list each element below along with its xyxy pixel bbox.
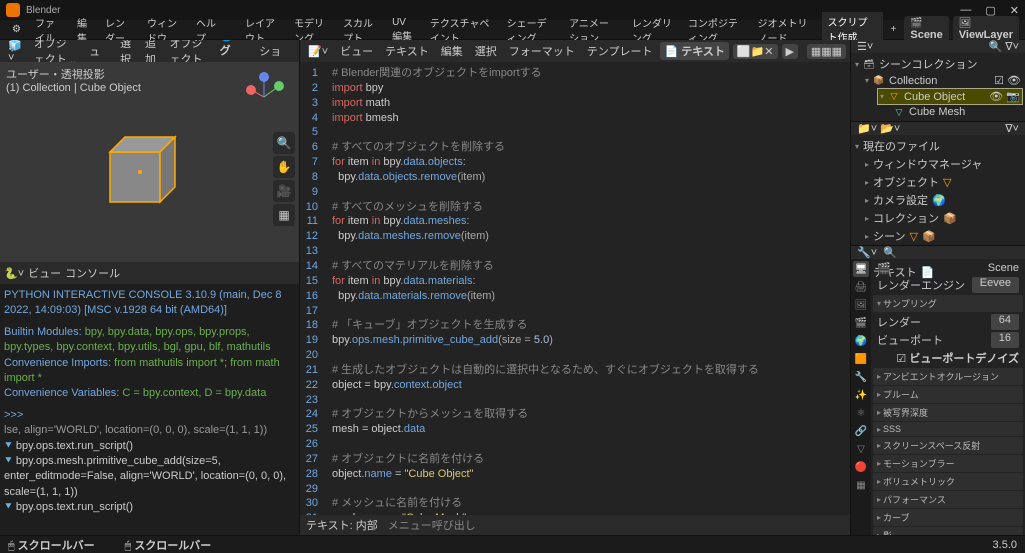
section-item[interactable]: パフォーマンス [873,491,1023,508]
minimize-button[interactable]: — [960,4,971,17]
section-item[interactable]: SSS [873,422,1023,436]
prop-tab-object[interactable]: 🟧 [853,351,869,367]
prop-tab-particle[interactable]: ✨ [853,387,869,403]
prop-tab-modifier[interactable]: 🔧 [853,369,869,385]
console-editor-icon[interactable]: 🐍˅ [4,267,24,280]
viewport-editor-icon[interactable]: 🧊˅ [4,40,26,65]
prop-tab-texture[interactable]: ▦ [853,477,869,493]
vp-object-label: (1) Collection | Cube Object [6,82,141,94]
prop-tab-physics[interactable]: ⚛ [853,405,869,421]
section-item[interactable]: アンビエントオクルージョン [873,368,1023,385]
code-editor[interactable]: 1234567891011121314151617181920212223242… [300,62,850,515]
viewlayer-name[interactable]: 🖼 ViewLayer [953,16,1019,43]
render-samples[interactable]: 64 [991,314,1019,330]
editor-options[interactable]: ▦▦▦ [807,44,846,59]
console-output: lse, align='WORLD', location=(0, 0, 0), … [4,423,295,438]
section-item[interactable]: ボリュメトリック [873,473,1023,490]
new-text-button[interactable]: ⬜📁✕ [733,44,778,59]
run-script-button[interactable]: ▶ [782,44,798,59]
camera-icon[interactable]: 🎥 [273,180,295,202]
ed-menu-view[interactable]: ビュー [336,42,377,60]
filter-icon[interactable]: 🔍 ∇˅ [988,40,1019,53]
prop-tab-view[interactable]: 🖼 [853,297,869,313]
prop-tab-render[interactable]: 🖥 [853,261,869,277]
ed-menu-text[interactable]: テキスト [381,42,433,60]
move-icon[interactable]: ✋ [273,156,295,178]
section-item[interactable]: 影 [873,527,1023,535]
outliner[interactable]: ▾🗃シーンコレクション ▾📦Collection☑ 👁 ▾▽Cube Objec… [851,53,1025,121]
prop-tab-output[interactable]: 🖨 [853,279,869,295]
3d-viewport[interactable]: ユーザー・透視投影 (1) Collection | Cube Object 🔍… [0,62,299,262]
text-status: テキスト: 内部 [306,517,378,533]
blend-file-browser[interactable]: ▾現在のファイル ▸ウィンドウマネージャ ▸オブジェクト ▽ ▸カメラ設定 🌍 … [851,135,1025,245]
section-item[interactable]: 被写界深度 [873,404,1023,421]
footer-scroll1: 🖱 スクロールバー [8,537,95,553]
outliner-icon[interactable]: ☰˅ [857,40,873,53]
section-item[interactable]: モーションブラー [873,455,1023,472]
ed-menu-format[interactable]: フォーマット [505,42,579,60]
console-tab-console[interactable]: コンソール [65,265,120,281]
console-prompt[interactable]: >>> [4,408,295,423]
prop-tab-world[interactable]: 🌍 [853,333,869,349]
section-item[interactable]: スクリーンスペース反射 [873,437,1023,454]
line-gutter: 1234567891011121314151617181920212223242… [300,62,324,515]
nav-gizmo[interactable] [239,72,289,122]
menu-status: メニュー呼び出し [388,517,476,533]
app-menu-icon[interactable]: ⚙ [6,22,27,37]
outliner-item-selected[interactable]: ▾▽Cube Object👁 📷 [877,88,1023,105]
cube-object[interactable] [90,132,190,217]
filter2-icon[interactable]: ∇˅ [1005,122,1019,135]
ed-menu-template[interactable]: テンプレート [583,42,657,60]
version-label: 3.5.0 [993,539,1017,551]
prop-tab-scene[interactable]: 🎬 [853,315,869,331]
tab-add[interactable]: + [885,22,903,37]
close-button[interactable]: ✕ [1010,4,1019,17]
scene-name[interactable]: 🎬 Scene [904,16,948,43]
console-header: PYTHON INTERACTIVE CONSOLE 3.10.9 (main,… [4,288,295,319]
python-console[interactable]: PYTHON INTERACTIVE CONSOLE 3.10.9 (main,… [0,284,299,535]
console-tab-view[interactable]: ビュー [28,265,61,281]
section-item[interactable]: ブルーム [873,386,1023,403]
ed-menu-select[interactable]: 選択 [471,42,501,60]
denoise-checkbox[interactable]: ☑ ビューポートデノイズ [896,350,1019,366]
viewport-samples[interactable]: 16 [991,332,1019,348]
blendfile-icon[interactable]: 📁˅ 📂˅ [857,122,900,135]
text-editor-icon[interactable]: 📝˅ [304,44,332,59]
footer-scroll2: 🖱 スクロールバー [125,537,212,553]
prop-tab-material[interactable]: 🔴 [853,459,869,475]
properties-icon[interactable]: 🔧˅ [857,246,877,259]
text-datablock[interactable]: 📄 テキスト [660,42,728,60]
grid-icon[interactable]: ▦ [273,204,295,226]
code-content[interactable]: # Blender関連のオブジェクトをimportする import bpy i… [324,62,850,515]
zoom-icon[interactable]: 🔍 [273,132,295,154]
vp-projection-label: ユーザー・透視投影 [6,66,141,82]
maximize-button[interactable]: ▢ [985,4,995,17]
section-sampling[interactable]: サンプリング [873,295,1023,312]
prop-tab-constraint[interactable]: 🔗 [853,423,869,439]
blender-logo-icon [6,3,20,17]
render-engine-select[interactable]: Eevee [972,277,1019,293]
ed-menu-edit[interactable]: 編集 [437,42,467,60]
prop-tab-data[interactable]: ▽ [853,441,869,457]
section-item[interactable]: カーブ [873,509,1023,526]
